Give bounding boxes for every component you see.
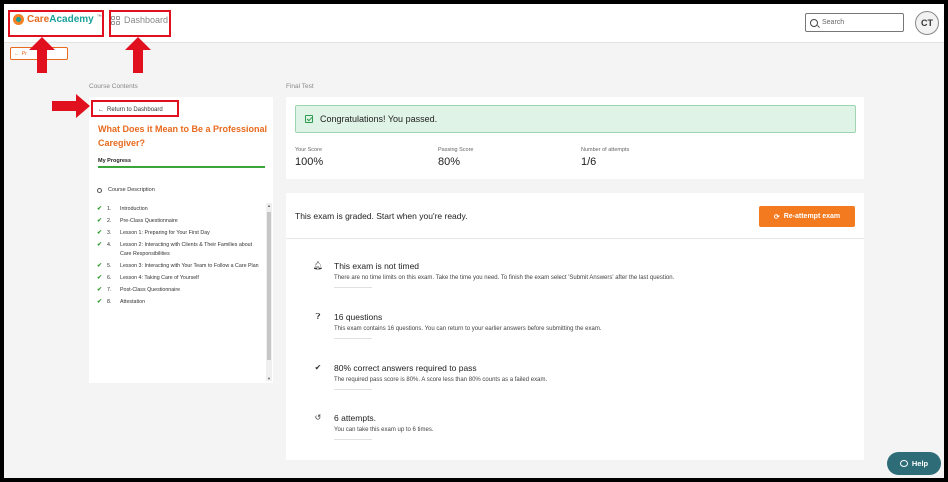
chat-bubble-icon <box>899 460 908 467</box>
progress-bar <box>98 166 265 168</box>
divider <box>334 389 372 390</box>
passing-score-label: Passing Score <box>438 147 474 153</box>
circle-icon <box>97 187 102 193</box>
dashboard-highlight-box <box>109 10 171 37</box>
lesson-number: 5. <box>107 263 112 269</box>
final-test-label: Final Test <box>286 83 314 90</box>
lesson-number: 1. <box>107 206 112 212</box>
lesson-title: Lesson 1: Preparing for Your First Day <box>120 230 210 236</box>
undo-icon: ↺ <box>314 413 322 422</box>
lesson-number: 6. <box>107 275 112 281</box>
completed-check-icon: ✔ <box>97 299 103 305</box>
your-score-label: Your Score <box>295 147 323 153</box>
info-text: The required pass score is 80%. A score … <box>334 377 548 383</box>
lesson-list: ✔ 1. Introduction ✔ 2. Pre-Class Questionnair… <box>97 205 262 381</box>
passing-score-value: 80% <box>438 156 461 168</box>
attempts-value: 1/6 <box>581 156 597 168</box>
lesson-number: 3. <box>107 230 112 236</box>
divider <box>334 338 372 339</box>
scroll-up-icon[interactable]: ▲ <box>266 203 272 208</box>
passing-score-stat: Passing Score 80% <box>438 147 473 168</box>
up-arrow-annotation-icon <box>29 37 55 73</box>
lesson-title: Attestation <box>120 299 146 305</box>
reattempt-exam-label: Re-attempt exam <box>783 213 841 220</box>
info-text: There are no time limits on this exam. T… <box>334 275 675 281</box>
exam-graded-text: This exam is graded. Start when you're r… <box>295 211 468 221</box>
divider <box>334 287 372 288</box>
completed-check-icon: ✔ <box>97 287 103 293</box>
search-icon <box>810 18 818 27</box>
return-link-highlight-box <box>91 100 179 117</box>
lesson-item[interactable]: ✔ 6. Lesson 4: Taking Care of Yourself <box>97 274 262 283</box>
info-title: 80% correct answers required to pass <box>334 363 477 373</box>
completed-check-icon: ✔ <box>97 275 103 281</box>
exam-info-card: This exam is graded. Start when you're r… <box>286 193 864 460</box>
previous-button-label: Pr <box>21 50 28 57</box>
arrow-left-icon: ← <box>14 50 20 57</box>
info-title: 16 questions <box>334 312 383 322</box>
info-text: This exam contains 16 questions. You can… <box>334 326 602 332</box>
scroll-down-icon[interactable]: ▼ <box>266 376 272 381</box>
exam-card-header: This exam is graded. Start when you're r… <box>286 193 864 239</box>
success-banner: Congratulations! You passed. <box>295 105 856 133</box>
lesson-item[interactable]: ✔ 1. Introduction <box>97 205 262 214</box>
your-score-value: 100% <box>295 156 324 168</box>
your-score-stat: Your Score 100% <box>295 147 323 168</box>
lesson-title: Pre-Class Questionnaire <box>120 218 178 224</box>
attempts-stat: Number of attempts 1/6 <box>581 147 629 168</box>
lesson-item[interactable]: ✔ 4. Lesson 2: Interacting with Clients & … <box>97 241 262 259</box>
scrollbar-thumb[interactable] <box>267 212 271 360</box>
sidebar-scrollbar[interactable]: ▲ ▼ <box>266 203 272 381</box>
completed-check-icon: ✔ <box>97 263 103 269</box>
progress-bar-fill <box>98 166 265 168</box>
completed-check-icon: ✔ <box>97 230 103 236</box>
result-card: Congratulations! You passed. Your Score … <box>286 97 864 179</box>
help-button[interactable]: Help <box>887 452 941 475</box>
app-window: CareAcademy ™ Dashboard Search CT ← Pr e… <box>4 4 944 478</box>
completed-check-icon: ✔ <box>97 206 103 212</box>
help-label: Help <box>911 459 929 468</box>
success-message: Congratulations! You passed. <box>320 114 438 124</box>
progress-label: My Progress <box>98 158 132 164</box>
info-title: 6 attempts. <box>334 413 377 423</box>
question-icon: ❓︎ <box>315 312 321 321</box>
course-sidebar: ← Return to Dashboard What Does it Mean … <box>89 97 273 383</box>
completed-check-icon: ✔ <box>97 218 103 224</box>
lesson-item[interactable]: ✔ 5. Lesson 3: Interacting with Your Team … <box>97 262 262 271</box>
course-description-item[interactable]: Course Description <box>97 187 155 193</box>
bell-icon: 🔔︎ <box>312 261 324 270</box>
logo-highlight-box <box>8 10 104 37</box>
user-avatar[interactable]: CT <box>915 11 939 35</box>
lesson-item[interactable]: ✔ 8. Attestation <box>97 298 262 307</box>
check-square-icon <box>305 115 313 123</box>
right-arrow-annotation-icon <box>52 94 90 118</box>
search-placeholder: Search <box>822 19 845 26</box>
lesson-number: 4. <box>107 242 112 248</box>
lesson-title: Introduction <box>120 206 148 212</box>
lesson-item[interactable]: ✔ 7. Post-Class Questionnaire <box>97 286 262 295</box>
course-contents-label: Course Contents <box>89 83 138 90</box>
divider <box>334 439 372 440</box>
lesson-title: Lesson 4: Taking Care of Yourself <box>120 275 199 281</box>
info-text: You can take this exam up to 6 times. <box>334 427 434 433</box>
lesson-title: Post-Class Questionnaire <box>120 287 181 293</box>
attempts-label: Number of attempts <box>581 147 630 153</box>
course-title: What Does it Mean to Be a Professional C… <box>98 124 268 148</box>
refresh-icon: ⟳ <box>773 213 780 221</box>
search-input[interactable]: Search <box>805 13 904 32</box>
lesson-number: 8. <box>107 299 112 305</box>
course-description-label: Course Description <box>108 187 155 193</box>
lesson-number: 7. <box>107 287 112 293</box>
lesson-title: Lesson 2: Interacting with Clients & The… <box>120 242 253 257</box>
info-title: This exam is not timed <box>334 261 420 271</box>
completed-check-icon: ✔ <box>97 242 103 248</box>
lesson-item[interactable]: ✔ 2. Pre-Class Questionnaire <box>97 217 262 226</box>
lesson-number: 2. <box>107 218 112 224</box>
reattempt-exam-button[interactable]: ⟳ Re-attempt exam <box>759 206 855 227</box>
lesson-item[interactable]: ✔ 3. Lesson 1: Preparing for Your First Da… <box>97 229 262 238</box>
check-icon: ✔ <box>314 363 322 372</box>
up-arrow-annotation-icon <box>125 37 151 73</box>
lesson-title: Lesson 3: Interacting with Your Team to … <box>120 263 259 269</box>
